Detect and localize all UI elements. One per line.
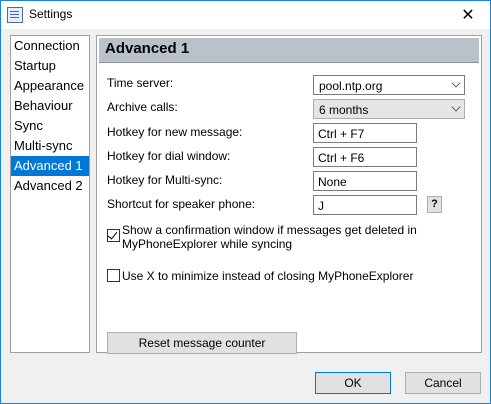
settings-window: Settings ✕ Connection Startup Appearance… [0,0,491,404]
hotkey-multisync-value: None [318,175,347,189]
minimize-x-label: Use X to minimize instead of closing MyP… [122,269,414,283]
settings-panel: Advanced 1 Time server: pool.ntp.org Arc… [96,35,482,354]
window-title: Settings [29,7,73,21]
minimize-x-checkbox[interactable] [107,269,120,282]
hotkey-new-message-field[interactable]: Ctrl + F7 [313,123,417,143]
archive-calls-select[interactable]: 6 months [313,99,465,119]
dialog-footer: OK Cancel [1,359,490,403]
checkmark-icon [107,229,118,240]
time-server-combo[interactable]: pool.ntp.org [313,75,465,95]
confirm-delete-checkbox[interactable] [107,229,120,242]
confirm-delete-label: Show a confirmation window if messages g… [122,223,417,251]
chevron-down-icon [451,102,461,112]
nav-item-sync[interactable]: Sync [11,116,89,136]
hotkey-new-message-label: Hotkey for new message: [107,125,243,139]
cancel-button[interactable]: Cancel [405,372,481,394]
chevron-down-icon [451,78,461,88]
nav-item-startup[interactable]: Startup [11,56,89,76]
hotkey-multisync-label: Hotkey for Multi-sync: [107,173,223,187]
hotkey-dial-window-value: Ctrl + F6 [318,151,365,165]
speaker-phone-label: Shortcut for speaker phone: [107,197,256,211]
hotkey-dial-window-field[interactable]: Ctrl + F6 [313,147,417,167]
nav-item-advanced-2[interactable]: Advanced 2 [11,176,89,196]
nav-item-connection[interactable]: Connection [11,36,89,56]
hotkey-dial-window-label: Hotkey for dial window: [107,149,231,163]
panel-title: Advanced 1 [105,40,190,57]
close-button[interactable]: ✕ [446,1,490,29]
nav-item-multi-sync[interactable]: Multi-sync [11,136,89,156]
confirm-delete-line2: MyPhoneExplorer while syncing [122,237,293,251]
settings-nav: Connection Startup Appearance Behaviour … [10,35,90,353]
close-icon: ✕ [461,7,475,24]
speaker-phone-field[interactable]: J [313,195,417,215]
time-server-label: Time server: [107,76,174,90]
nav-item-advanced-1[interactable]: Advanced 1 [11,156,89,176]
time-server-value: pool.ntp.org [319,79,383,93]
confirm-delete-line1: Show a confirmation window if messages g… [122,223,417,237]
speaker-phone-help-button[interactable]: ? [427,196,442,213]
nav-item-appearance[interactable]: Appearance [11,76,89,96]
app-icon [7,7,23,23]
hotkey-multisync-field[interactable]: None [313,171,417,191]
archive-calls-label: Archive calls: [107,100,178,114]
archive-calls-value: 6 months [319,103,369,117]
nav-item-behaviour[interactable]: Behaviour [11,96,89,116]
speaker-phone-value: J [318,199,324,213]
hotkey-new-message-value: Ctrl + F7 [318,127,365,141]
reset-message-counter-button[interactable]: Reset message counter [107,332,297,354]
title-bar: Settings ✕ [1,1,490,29]
ok-button[interactable]: OK [315,372,391,394]
panel-header: Advanced 1 [99,38,479,63]
